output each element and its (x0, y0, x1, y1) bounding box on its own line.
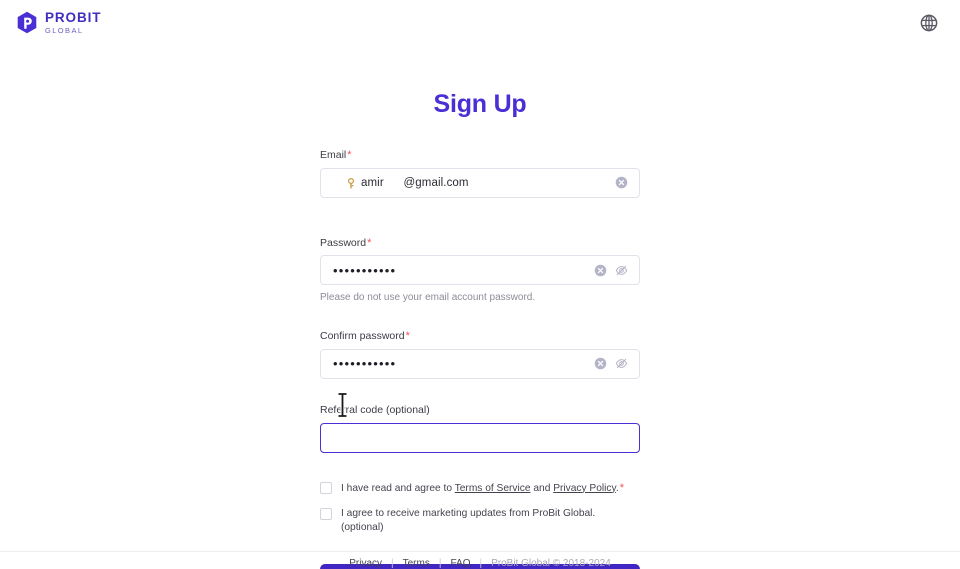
eye-off-icon[interactable] (615, 357, 628, 370)
terms-checkbox-label: I have read and agree to Terms of Servic… (341, 481, 624, 496)
footer-separator-2: | (438, 558, 442, 569)
footer-copyright: ProBit Global © 2018-2024 (491, 558, 611, 569)
referral-input-wrap[interactable] (320, 422, 640, 453)
footer-link-privacy[interactable]: Privacy (349, 558, 382, 569)
confirm-password-label: Confirm password* (320, 329, 640, 344)
clear-circle-icon[interactable] (594, 357, 607, 370)
confirm-password-input-wrap[interactable]: ••••••••••• (320, 348, 640, 379)
language-selector-button[interactable] (919, 13, 939, 33)
page-footer: Privacy | Terms | FAQ | ProBit Global © … (0, 558, 960, 569)
password-label-text: Password (320, 236, 367, 249)
brand-logo[interactable]: PROBIT GLOBAL (16, 11, 101, 35)
email-input-wrap[interactable]: amir @gmail.com (320, 167, 640, 198)
eye-off-icon[interactable] (615, 264, 628, 277)
footer-link-terms[interactable]: Terms (403, 558, 430, 569)
spacer-email-password (320, 198, 640, 236)
privacy-policy-link[interactable]: Privacy Policy (553, 483, 616, 494)
password-input-icons (594, 264, 639, 277)
confirm-password-label-text: Confirm password (320, 330, 405, 343)
footer-link-faq[interactable]: FAQ (450, 558, 470, 569)
terms-of-service-link[interactable]: Terms of Service (455, 483, 531, 494)
password-field-group: Password* ••••••••••• Please do not use … (320, 236, 640, 305)
terms-required-mark: * (619, 481, 624, 494)
brand-name: PROBIT (45, 10, 102, 26)
referral-label: Referral code (optional) (320, 404, 640, 418)
referral-label-text: Referral code (optional) (320, 403, 430, 416)
brand-subtitle: GLOBAL (45, 26, 84, 36)
password-input-wrap[interactable]: ••••••••••• (320, 255, 640, 286)
confirm-password-input-icons (594, 357, 639, 370)
agreements-group: I have read and agree to Terms of Servic… (320, 481, 640, 535)
signup-form: Email* amir @gmail.com Password* •••••••… (320, 148, 640, 569)
key-icon (348, 177, 354, 189)
footer-divider (0, 551, 960, 552)
email-required-mark: * (347, 149, 352, 161)
referral-field-group: Referral code (optional) (320, 404, 640, 453)
page-title: Sign Up (433, 90, 527, 118)
email-label: Email* (320, 148, 640, 163)
footer-separator-3: | (479, 558, 483, 569)
brand-logo-text: PROBIT GLOBAL (45, 11, 101, 35)
spacer-password-confirm (320, 304, 640, 329)
terms-text-after: . (615, 482, 619, 494)
globe-icon (920, 14, 938, 32)
confirm-password-field-group: Confirm password* ••••••••••• (320, 329, 640, 379)
email-input[interactable]: amir @gmail.com (321, 177, 615, 189)
probit-hexagon-logo-icon (17, 11, 37, 34)
terms-text-middle: and (530, 482, 554, 494)
email-field-group: Email* amir @gmail.com (320, 148, 640, 198)
email-label-text: Email (320, 149, 347, 161)
spacer-confirm-referral (320, 379, 640, 404)
marketing-checkbox[interactable] (320, 508, 332, 521)
terms-checkbox[interactable] (320, 481, 332, 494)
marketing-checkbox-label: I agree to receive marketing updates fro… (341, 508, 596, 534)
footer-separator-1: | (391, 558, 394, 569)
terms-checkbox-row[interactable]: I have read and agree to Terms of Servic… (320, 481, 640, 496)
confirm-password-input[interactable]: ••••••••••• (321, 356, 594, 371)
page-header: PROBIT GLOBAL (0, 0, 960, 46)
email-input-icons (615, 176, 639, 189)
password-required-mark: * (367, 236, 372, 249)
marketing-checkbox-row[interactable]: I agree to receive marketing updates fro… (320, 507, 640, 535)
signup-page: PROBIT GLOBAL Sign Up Email* amir @gmail… (0, 0, 960, 569)
confirm-password-required-mark: * (405, 330, 410, 343)
clear-circle-icon[interactable] (615, 176, 628, 189)
clear-circle-icon[interactable] (594, 264, 607, 277)
password-label: Password* (320, 236, 640, 251)
terms-text-before: I have read and agree to (341, 482, 455, 494)
password-helper-text: Please do not use your email account pas… (320, 292, 536, 304)
password-input[interactable]: ••••••••••• (321, 263, 594, 278)
